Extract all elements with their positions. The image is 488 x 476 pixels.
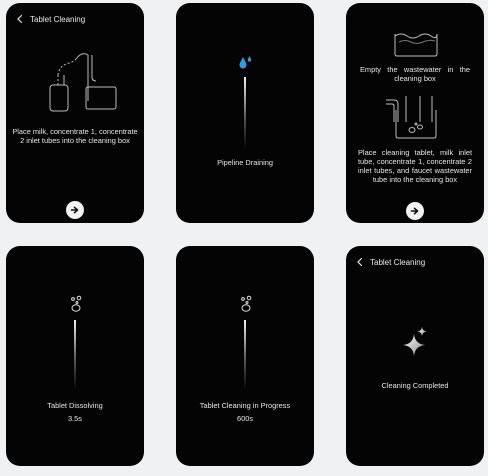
tablet-bubbles-icon — [241, 295, 252, 312]
progress-beam — [244, 320, 246, 390]
screen-tablet-cleaning-setup: Tablet Cleaning Place milk, concentrate … — [6, 3, 144, 223]
chevron-left-icon[interactable] — [14, 13, 26, 25]
status-text: Cleaning Completed — [381, 381, 449, 390]
header: Tablet Cleaning — [354, 256, 425, 268]
header: Tablet Cleaning — [14, 13, 85, 25]
screen-cleaning-in-progress: Tablet Cleaning in Progress 600s — [176, 246, 314, 466]
status-text: Tablet Cleaning in Progress — [199, 401, 291, 410]
screen-pipeline-draining: Pipeline Draining — [176, 3, 314, 223]
screen-cleaning-completed: Tablet Cleaning Cleaning Completed — [346, 246, 484, 466]
timer-text: 600s — [236, 414, 254, 423]
progress-beam — [74, 320, 76, 390]
tablet-bubbles-icon — [71, 295, 82, 312]
timer-text: 3.5s — [68, 414, 82, 423]
tubes-and-tablet-icon — [386, 96, 437, 139]
sparkle-icon — [403, 327, 427, 356]
chevron-left-icon[interactable] — [354, 256, 366, 268]
page-title: Tablet Cleaning — [30, 14, 86, 24]
instruction-text: Place milk, concentrate 1, concentrate 2… — [12, 127, 138, 145]
arrow-right-icon — [410, 207, 419, 215]
arrow-right-icon — [70, 206, 79, 214]
next-button[interactable] — [66, 201, 84, 219]
progress-beam — [244, 77, 246, 149]
page-title: Tablet Cleaning — [370, 257, 426, 267]
status-text: Pipeline Draining — [217, 158, 273, 167]
cleaning-box-icon — [394, 33, 438, 57]
next-button[interactable] — [406, 202, 424, 220]
screen-empty-and-place: Empty the wastewater in the cleaning box… — [346, 3, 484, 223]
screen-tablet-dissolving: Tablet Dissolving 3.5s — [6, 246, 144, 466]
place-items-text: Place cleaning tablet, milk inlet tube, … — [358, 148, 472, 184]
status-text: Tablet Dissolving — [47, 401, 103, 410]
tubes-in-box-icon — [49, 53, 117, 112]
empty-box-text: Empty the wastewater in the cleaning box — [360, 65, 470, 83]
water-drop-icon — [239, 56, 252, 69]
